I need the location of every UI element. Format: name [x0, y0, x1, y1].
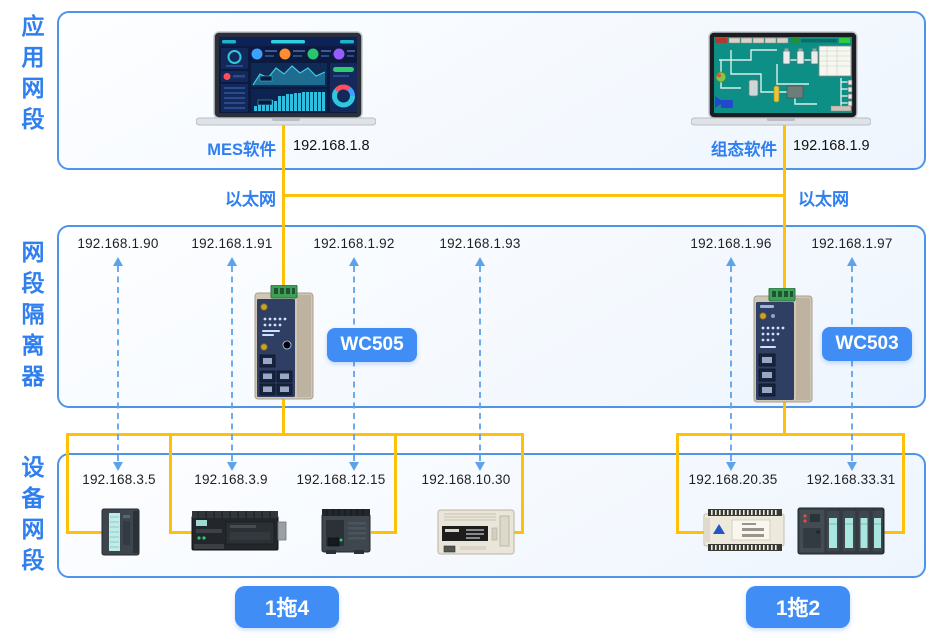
plc-s7-200-icon	[190, 508, 288, 554]
mapping-arrow-1	[110, 256, 126, 472]
wc505-ip-label-4: 192.168.1.93	[415, 236, 545, 251]
mapping-arrow-3	[346, 256, 362, 472]
wc503-gateway-icon	[749, 288, 817, 405]
wc505-ip-label-1: 192.168.1.90	[53, 236, 183, 251]
badge-one-to-four: 1拖4	[235, 586, 339, 628]
plc-s7-rack-icon	[796, 504, 886, 556]
network-topology-diagram: 应用网段 网段隔离器 设备网段 以太网 以太网	[0, 0, 939, 634]
scada-ip-label: 192.168.1.9	[793, 138, 913, 154]
plc-m221-icon	[318, 506, 374, 556]
wc503-badge: WC503	[822, 327, 912, 361]
wc505-badge: WC505	[327, 328, 417, 362]
section-label-device: 设备网段	[18, 455, 44, 579]
wc505-gateway-icon	[249, 285, 319, 403]
mapping-arrow-6	[844, 256, 860, 472]
device-ip-label-3: 192.168.12.15	[276, 472, 406, 487]
ethernet-label-left: 以太网	[196, 185, 276, 210]
scada-hmi-laptop-icon	[691, 30, 871, 130]
section-label-application: 应用网段	[18, 14, 44, 138]
wc503-ip-label-1: 192.168.1.96	[666, 236, 796, 251]
mes-name-label: MES软件	[150, 136, 276, 160]
right-bus-stub-2	[883, 531, 905, 534]
device-ip-label-6: 192.168.33.31	[786, 472, 916, 487]
mes-dashboard-laptop-icon	[196, 30, 376, 130]
mapping-arrow-4	[472, 256, 488, 472]
mapping-arrow-5	[723, 256, 739, 472]
plc-fx-icon	[436, 506, 516, 558]
badge-one-to-two: 1拖2	[746, 586, 850, 628]
plc-s7-module-icon	[100, 505, 144, 557]
ethernet-link-line	[282, 194, 786, 197]
wc505-ip-label-3: 192.168.1.92	[289, 236, 419, 251]
left-bus-stub-3	[371, 531, 397, 534]
right-bus-line	[676, 433, 905, 436]
mapping-arrow-2	[224, 256, 240, 472]
left-bus-stub-1	[66, 531, 104, 534]
ethernet-label-right: 以太网	[798, 185, 878, 210]
scada-name-label: 组态软件	[651, 136, 777, 160]
wc503-ip-label-2: 192.168.1.97	[787, 236, 917, 251]
wc505-ip-label-2: 192.168.1.91	[167, 236, 297, 251]
plc-delta-icon	[702, 506, 786, 554]
device-ip-label-5: 192.168.20.35	[668, 472, 798, 487]
mes-ip-label: 192.168.1.8	[293, 138, 413, 154]
device-ip-label-1: 192.168.3.5	[54, 472, 184, 487]
section-label-isolator: 网段隔离器	[18, 240, 44, 395]
left-bus-line	[66, 433, 524, 436]
device-ip-label-4: 192.168.10.30	[401, 472, 531, 487]
